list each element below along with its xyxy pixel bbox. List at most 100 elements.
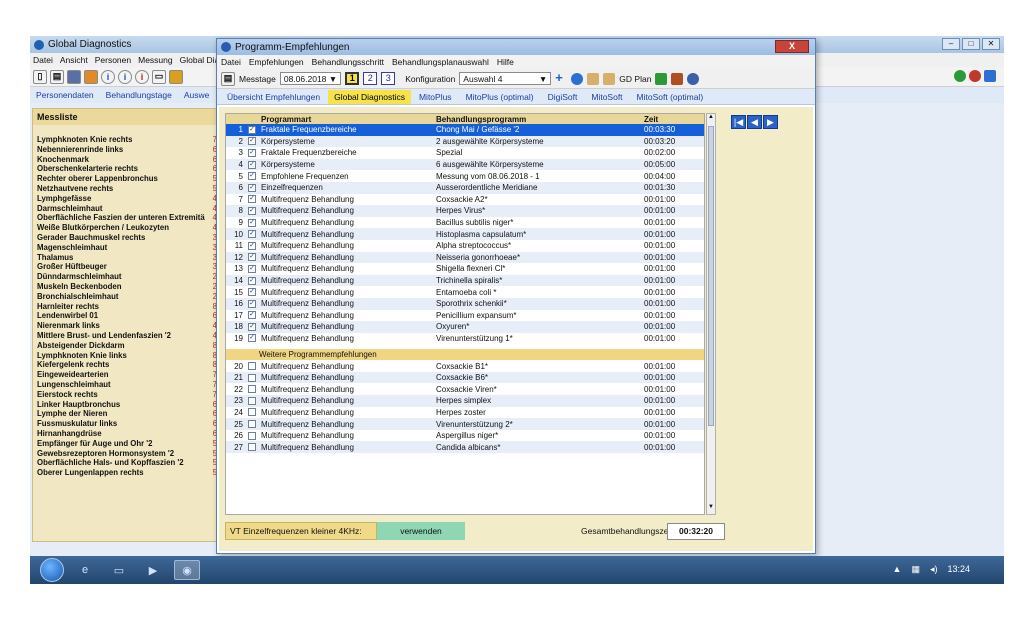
table-row[interactable]: 14 ✓ Multifrequenz Behandlung Trichinella s… [226,274,704,287]
messliste-item[interactable]: Lendenwirbel 01 6 [33,311,217,321]
network-icon[interactable]: ▦ [911,564,920,575]
checkbox[interactable] [248,362,256,371]
stop-icon[interactable] [671,72,684,85]
new-file-icon[interactable]: ▯ [33,69,47,84]
step-3-button[interactable]: 3 [381,72,396,85]
table-row[interactable]: 3 ✓ Fraktale Frequenzbereiche Spezial 00:02:… [226,147,704,159]
copy-icon[interactable] [587,72,600,85]
tab-mitoplus-optimal[interactable]: MitoPlus (optimal) [460,90,540,104]
checkbox-checked[interactable]: ✓ [248,264,256,273]
info-icon-3[interactable]: i [135,69,149,84]
tab-mitosoft-optimal[interactable]: MitoSoft (optimal) [631,90,710,104]
dmenu-behandlungsplanauswahl[interactable]: Behandlungsplanauswahl [392,57,489,67]
start-button[interactable] [40,558,64,582]
table-row[interactable]: 19 ✓ Multifrequenz Behandlung Virenunterstü… [226,333,704,345]
messliste-item[interactable]: Lymphknoten Knie links 8 [33,351,217,361]
verwenden-button[interactable]: verwenden [377,522,465,540]
table-row[interactable]: 21 Multifrequenz Behandlung Coxsackie B6* 0… [226,371,704,384]
table-row[interactable]: 5 ✓ Empfohlene Frequenzen Messung vom 08.06… [226,170,704,182]
messliste-item[interactable]: Knochenmark 6 [33,155,217,165]
media-icon[interactable]: ▶ [140,560,166,580]
next-icon[interactable]: ▶ [763,115,778,129]
clock[interactable]: 13:24 [947,564,970,575]
gd-plan-button[interactable]: GD Plan [619,74,651,84]
messliste-item[interactable]: Darmschleimhaut 4 [33,204,217,214]
table-row[interactable]: 17 ✓ Multifrequenz Behandlung Penicillium e… [226,310,704,322]
checkbox-checked[interactable]: ✓ [248,148,256,157]
tab-mitosoft[interactable]: MitoSoft [585,90,628,104]
checkbox-checked[interactable]: ✓ [248,299,256,308]
messliste-item[interactable]: Gewebsrezeptoren Hormonsystem '2 5 [33,449,217,459]
table-row[interactable]: 22 Multifrequenz Behandlung Coxsackie Vire… [226,383,704,395]
checkbox-checked[interactable]: ✓ [248,322,256,331]
tray-arrow-icon[interactable]: ▲ [893,564,902,575]
menu-messung[interactable]: Messung [138,55,173,65]
checkbox-checked[interactable]: ✓ [248,160,256,169]
dmenu-datei[interactable]: Datei [221,57,241,67]
messliste-item[interactable]: Thalamus 3 [33,253,217,263]
dialog-close-button[interactable]: X [775,40,809,53]
table-row[interactable]: 9 ✓ Multifrequenz Behandlung Bacillus subti… [226,217,704,229]
table-row[interactable]: 23 Multifrequenz Behandlung Herpes simplex… [226,395,704,407]
konfiguration-select[interactable]: Auswahl 4 ▼ [459,72,552,85]
table-row[interactable]: 15 ✓ Multifrequenz Behandlung Entamoeba col… [226,286,704,298]
remove-icon[interactable] [571,72,584,85]
info-icon-2[interactable]: i [118,69,132,84]
messliste-item[interactable]: Nebennierenrinde links 6 [33,145,217,155]
tab-mitoplus[interactable]: MitoPlus [413,90,458,104]
green-status-icon[interactable] [954,70,966,82]
table-row[interactable]: 7 ✓ Multifrequenz Behandlung Coxsackie A2* 0… [226,194,704,206]
messliste-item[interactable]: Mittlere Brust- und Lendenfaszien '2 4 [33,331,217,341]
explorer-icon[interactable]: ▭ [106,560,132,580]
table-row[interactable]: 4 ✓ Körpersysteme 6 ausgewählte Körpersyste… [226,158,704,171]
table-row[interactable]: 27 Multifrequenz Behandlung Candida albica… [226,441,704,454]
checkbox-checked[interactable]: ✓ [248,230,256,239]
checkbox-checked[interactable]: ✓ [248,183,256,192]
messliste-item[interactable]: Kiefergelenk rechts 8 [33,360,217,370]
table-row[interactable]: 26 Multifrequenz Behandlung Aspergillus ni… [226,430,704,442]
messliste-item[interactable]: Lymphe der Nieren 6 [33,409,217,419]
checkbox-checked[interactable]: ✓ [248,288,256,297]
messliste-item[interactable]: Lungenschleimhaut 7 [33,380,217,390]
menu-ansicht[interactable]: Ansicht [60,55,88,65]
messliste-item[interactable]: Oberflächliche Faszien der unteren Extre… [33,213,217,223]
col-zeit[interactable]: Zeit [644,115,704,124]
messliste-item[interactable]: Eingeweidearterien 7 [33,370,217,380]
table-row[interactable]: 8 ✓ Multifrequenz Behandlung Herpes Virus* 0… [226,205,704,217]
messliste-item[interactable]: Rechter oberer Lappenbronchus 5 [33,174,217,184]
messliste-item[interactable]: Hirnanhangdrüse 6 [33,429,217,439]
tab-global-diagnostics[interactable]: Global Diagnostics [328,89,411,104]
table-row[interactable]: 6 ✓ Einzelfrequenzen Ausserordentliche Meri… [226,181,704,194]
messtage-select[interactable]: 08.06.2018 ▼ [279,72,342,85]
red-status-icon[interactable] [969,70,981,82]
globe-icon[interactable] [687,72,700,85]
checkbox[interactable] [248,396,256,405]
dmenu-behandlungsschritt[interactable]: Behandlungsschritt [312,57,384,67]
checkbox[interactable] [248,385,256,394]
messliste-item[interactable]: Harnleiter rechts 8 [33,302,217,312]
table-row[interactable]: 1 ✓ Fraktale Frequenzbereiche Chong Mai / G… [226,124,704,136]
panel-icon[interactable] [67,69,81,84]
messliste-item[interactable]: Lymphgefässe 4 [33,194,217,204]
tab-auswe[interactable]: Auswe [184,90,210,100]
scroll-up-icon[interactable]: ▲ [707,114,715,124]
checkbox-checked[interactable]: ✓ [248,253,256,262]
export-icon[interactable] [984,70,996,82]
maximize-icon[interactable]: □ [962,38,980,50]
ie-icon[interactable]: e [72,560,98,580]
checkbox[interactable] [248,443,256,452]
table-row[interactable]: 12 ✓ Multifrequenz Behandlung Neisseria gon… [226,251,704,264]
first-icon[interactable]: |◀ [731,115,746,129]
checkbox[interactable] [248,373,256,382]
table-row[interactable]: 16 ✓ Multifrequenz Behandlung Sporothrix sc… [226,297,704,310]
col-programmart[interactable]: Programmart [258,115,436,124]
messliste-item[interactable]: Bronchialschleimhaut 2 [33,292,217,302]
messliste-item[interactable]: Oberflächliche Hals- und Kopffaszien '2 5 [33,458,217,468]
tab-uebersicht[interactable]: Übersicht Empfehlungen [221,90,326,104]
messliste-item[interactable]: Oberer Lungenlappen rechts 5 [33,468,217,478]
checkbox[interactable] [248,408,256,417]
messliste-item[interactable]: Dünndarmschleimhaut 2 [33,272,217,282]
messliste-item[interactable]: Netzhautvene rechts 5 [33,184,217,194]
checkbox-checked[interactable]: ✓ [248,137,256,146]
messliste-item[interactable]: Magenschleimhaut 3 [33,243,217,253]
